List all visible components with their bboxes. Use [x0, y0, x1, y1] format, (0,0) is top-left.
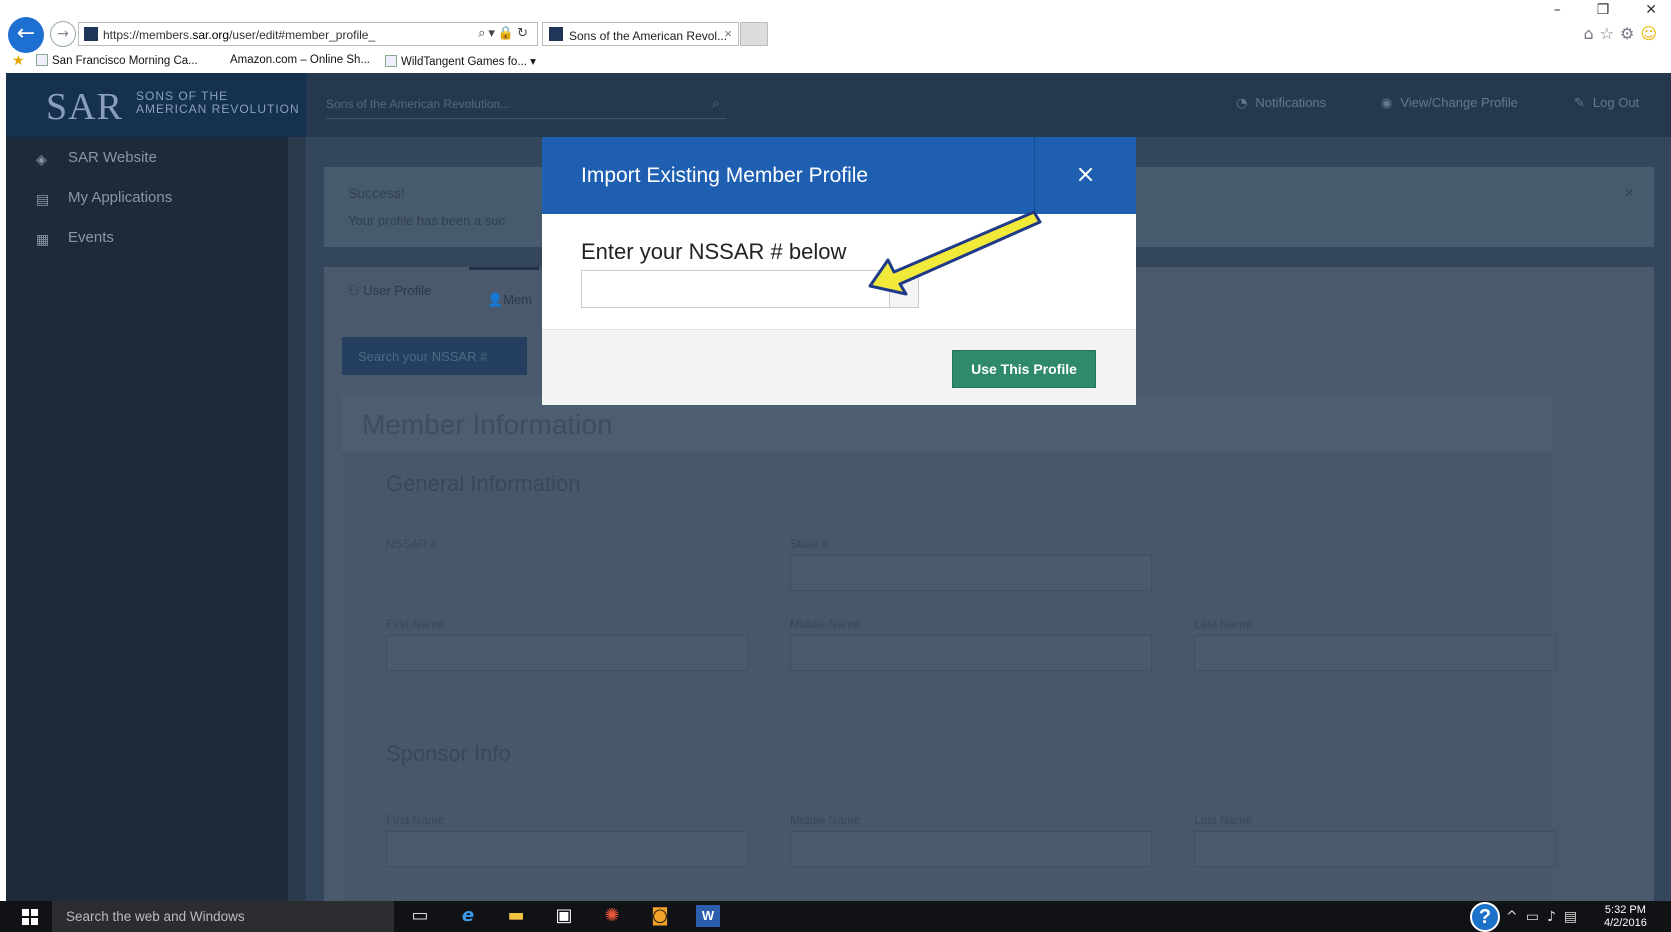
- edge-browser-icon[interactable]: e: [456, 905, 480, 927]
- sidebar-item-events[interactable]: ▦ Events: [36, 229, 114, 248]
- store-icon[interactable]: ▣: [552, 905, 576, 927]
- notifications-link[interactable]: ◔ Notifications: [1236, 95, 1326, 111]
- modal-footer: Use This Profile: [542, 329, 1136, 405]
- home-icon[interactable]: ⌂: [1583, 24, 1599, 43]
- restore-icon[interactable]: ❐: [1597, 2, 1610, 18]
- state-label: State #: [790, 537, 829, 551]
- windows-start-icon[interactable]: [22, 909, 38, 925]
- outlook-icon[interactable]: ◙: [648, 905, 672, 927]
- browser-toolbar-icons: ⌂☆⚙☺: [1583, 24, 1663, 43]
- site-search-input[interactable]: Sons of the American Revolution... ⌕: [326, 89, 726, 119]
- sponsor-middle-name-label: Middle Name: [790, 813, 861, 827]
- task-view-icon[interactable]: ▭: [408, 905, 432, 927]
- search-nssar-button[interactable]: Search your NSSAR #: [342, 337, 527, 375]
- feedback-smiley-icon[interactable]: ☺: [1640, 24, 1663, 43]
- sponsor-last-name-label: Last Name: [1194, 813, 1253, 827]
- settings-gear-icon[interactable]: ⚙: [1620, 24, 1640, 43]
- tab-favicon: [549, 27, 563, 41]
- new-tab-button[interactable]: [740, 22, 768, 46]
- help-icon[interactable]: ?: [1470, 902, 1500, 932]
- layers-icon: ◈: [36, 152, 47, 168]
- system-tray: ^▭♪▤: [1506, 909, 1585, 925]
- logout-icon: ✎: [1574, 96, 1585, 111]
- tab-title: Sons of the American Revol...: [569, 29, 728, 43]
- address-url: https://members.sar.org/user/edit#member…: [103, 28, 376, 42]
- browser-chrome: ← → https://members.sar.org/user/edit#me…: [0, 0, 1671, 73]
- photos-app-icon[interactable]: ✺: [600, 905, 624, 927]
- favorites-bar: ★ San Francisco Morning Ca... Amazon.com…: [0, 50, 1671, 73]
- member-information-box: Member Information General Information N…: [342, 395, 1556, 901]
- sidebar-item-sar-website[interactable]: ◈ SAR Website: [36, 149, 157, 168]
- favorites-star-icon[interactable]: ★: [12, 53, 25, 69]
- address-controls[interactable]: ⌕▾🔒↻: [478, 26, 531, 41]
- favorite-item[interactable]: San Francisco Morning Ca...: [36, 54, 198, 67]
- user-icon: 👤: [487, 292, 504, 307]
- chevron-up-icon[interactable]: ^: [1506, 909, 1526, 925]
- site-favicon: [84, 27, 98, 41]
- bell-icon: ◔: [1236, 96, 1248, 111]
- alert-close-icon[interactable]: ×: [1625, 185, 1634, 203]
- sidebar: SAR SONS OF THE AMERICAN REVOLUTION ◈ SAR …: [6, 73, 306, 901]
- modal-close-icon[interactable]: ×: [1034, 137, 1136, 214]
- member-information-title: Member Information: [362, 409, 613, 440]
- nssar-prompt-label: Enter your NSSAR # below: [581, 239, 847, 264]
- forward-button[interactable]: →: [50, 21, 76, 47]
- nssar-number-input[interactable]: [581, 270, 890, 308]
- taskbar-search-input[interactable]: Search the web and Windows: [52, 901, 394, 932]
- address-bar[interactable]: https://members.sar.org/user/edit#member…: [78, 22, 538, 46]
- tab-user-profile[interactable]: ⚇ User Profile: [348, 283, 431, 299]
- windows-taskbar: Search the web and Windows ▭ e ▬ ▣ ✺ ◙ W: [0, 901, 1671, 932]
- favorite-item[interactable]: WildTangent Games fo... ▾: [385, 54, 536, 68]
- view-profile-link[interactable]: ◉ View/Change Profile: [1381, 95, 1518, 111]
- sponsor-info-heading: Sponsor Info: [386, 741, 511, 766]
- calendar-icon: ▦: [36, 232, 50, 248]
- first-name-label: First Name: [386, 617, 445, 631]
- back-button[interactable]: ←: [8, 17, 44, 53]
- page-icon: [385, 55, 397, 67]
- notification-center-icon[interactable]: ▤: [1564, 909, 1585, 925]
- logout-link[interactable]: ✎ Log Out: [1574, 95, 1639, 111]
- word-icon[interactable]: W: [696, 905, 720, 927]
- document-icon: ▤: [36, 192, 50, 208]
- close-window-icon[interactable]: ✕: [1645, 2, 1657, 18]
- window-controls: – ❐ ✕: [1518, 2, 1657, 18]
- sar-logo[interactable]: SAR SONS OF THE AMERICAN REVOLUTION: [6, 73, 306, 137]
- import-profile-modal: Import Existing Member Profile × Enter y…: [542, 137, 1136, 405]
- user-icon: ◉: [1381, 96, 1393, 111]
- last-name-label: Last Name: [1194, 617, 1253, 631]
- sponsor-first-name-field[interactable]: [386, 831, 748, 867]
- chevron-down-icon[interactable]: ▾: [530, 56, 536, 68]
- general-information-heading: General Information: [386, 471, 581, 496]
- tab-close-icon[interactable]: ×: [724, 26, 732, 41]
- tab-member[interactable]: 👤Mem: [469, 267, 539, 307]
- file-explorer-icon[interactable]: ▬: [504, 905, 528, 927]
- middle-name-label: Middle Name: [790, 617, 861, 631]
- state-number-field[interactable]: [790, 555, 1152, 591]
- top-bar: Sons of the American Revolution... ⌕ ◔ Not…: [306, 73, 1671, 137]
- page-icon: [36, 54, 48, 66]
- system-clock[interactable]: 5:32 PM 4/2/2016: [1604, 904, 1647, 930]
- volume-icon[interactable]: ♪: [1547, 909, 1564, 925]
- sponsor-first-name-label: First Name: [386, 813, 445, 827]
- sidebar-item-my-applications[interactable]: ▤ My Applications: [36, 189, 172, 208]
- user-icon: ⚇: [348, 283, 364, 298]
- search-icon[interactable]: ⌕: [712, 94, 720, 112]
- sponsor-last-name-field[interactable]: [1194, 831, 1556, 867]
- nssar-label: NSSAR #: [386, 537, 438, 551]
- favorites-star-icon[interactable]: ☆: [1600, 24, 1620, 43]
- modal-header: Import Existing Member Profile ×: [542, 137, 1136, 214]
- yellow-arrow-annotation: [868, 210, 1042, 296]
- browser-tab[interactable]: Sons of the American Revol... ×: [542, 22, 739, 46]
- modal-title: Import Existing Member Profile: [581, 164, 869, 187]
- sponsor-middle-name-field[interactable]: [790, 831, 1152, 867]
- favorite-item[interactable]: Amazon.com – Online Sh...: [230, 54, 370, 66]
- last-name-field[interactable]: [1194, 635, 1556, 671]
- use-this-profile-button[interactable]: Use This Profile: [952, 350, 1096, 388]
- network-icon[interactable]: ▭: [1526, 909, 1547, 925]
- first-name-field[interactable]: [386, 635, 748, 671]
- minimize-icon[interactable]: –: [1554, 2, 1561, 18]
- middle-name-field[interactable]: [790, 635, 1152, 671]
- member-form: General Information NSSAR # State # Firs…: [342, 451, 1556, 901]
